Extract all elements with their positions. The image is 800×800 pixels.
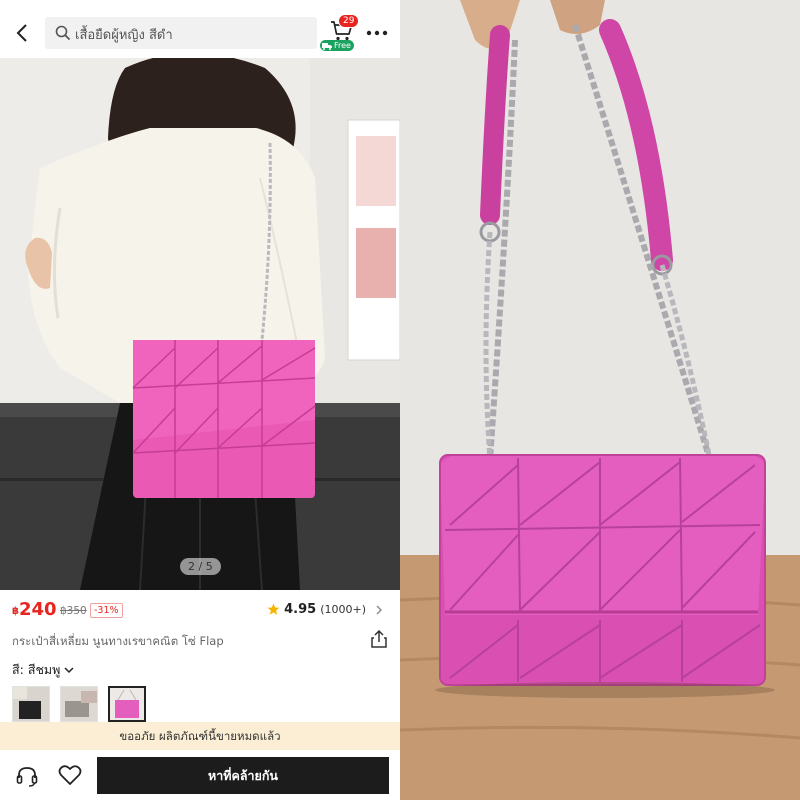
search-bar[interactable]: เสื้อยืดผู้หญิง สีดำ: [45, 17, 317, 49]
image-counter: 2 / 5: [180, 558, 221, 575]
thumbnail-black-bag[interactable]: [12, 686, 50, 722]
share-button[interactable]: [371, 629, 387, 648]
customer-support-button[interactable]: [16, 765, 38, 787]
free-shipping-tag: Free: [320, 40, 354, 51]
product-model-photo: [0, 58, 400, 590]
bag-thumbnail-image: [13, 687, 49, 721]
top-bar: เสื้อยืดผู้หญิง สีดำ 29 Free: [0, 0, 400, 58]
back-button[interactable]: [10, 20, 36, 46]
sale-price: 240: [19, 599, 57, 620]
rating-value: 4.95: [284, 602, 317, 617]
product-image-gallery[interactable]: 2 / 5: [0, 58, 400, 590]
bag-thumbnail-image: [110, 688, 144, 720]
star-icon: [267, 603, 280, 615]
truck-icon: [322, 42, 332, 50]
find-similar-button[interactable]: หาที่คล้ายกัน: [97, 757, 389, 794]
product-page: เสื้อยืดผู้หญิง สีดำ 29 Free 2 / 5 ฿ 240…: [0, 0, 400, 800]
pink-bag-photo: [400, 0, 800, 800]
sold-out-notice: ขออภัย ผลิตภัณฑ์นี้ขายหมดแล้ว: [0, 722, 400, 750]
price-row: ฿ 240 ฿350 -31% 4.95 (1000+): [0, 598, 400, 624]
bottom-action-bar: หาที่คล้ายกัน: [0, 750, 400, 800]
share-icon: [371, 629, 387, 648]
thumbnail-pink-bag[interactable]: [108, 686, 146, 722]
free-shipping-label: Free: [334, 41, 351, 50]
cart-count-badge: 29: [338, 14, 360, 28]
color-thumbnails: [12, 686, 146, 722]
chevron-down-icon: [64, 667, 74, 674]
search-icon: [55, 25, 71, 41]
color-selector[interactable]: สี: สีชมพู: [12, 660, 74, 680]
heart-icon: [58, 765, 82, 785]
product-title: กระเป๋าสี่เหลี่ยม นูนทางเรขาคณิต โซ่ Fla…: [12, 634, 224, 648]
search-query: เสื้อยืดผู้หญิง สีดำ: [75, 28, 173, 43]
headset-icon: [16, 767, 38, 787]
thumbnail-gray-bag[interactable]: [60, 686, 98, 722]
review-count: (1000+): [320, 603, 366, 616]
cart-button[interactable]: 29 Free: [320, 14, 360, 54]
color-label: สี: สีชมพู: [12, 662, 61, 677]
more-options-button[interactable]: [366, 22, 390, 42]
chevron-left-icon: [16, 24, 27, 42]
product-closeup-photo: [400, 0, 800, 800]
discount-badge: -31%: [90, 603, 123, 618]
original-price: ฿350: [60, 605, 87, 617]
more-dots-icon: [366, 30, 388, 36]
currency-symbol: ฿: [12, 606, 19, 617]
rating-summary[interactable]: 4.95 (1000+): [267, 602, 384, 617]
bag-thumbnail-image: [61, 687, 97, 721]
chevron-right-icon: [376, 605, 382, 614]
wishlist-button[interactable]: [58, 764, 82, 786]
